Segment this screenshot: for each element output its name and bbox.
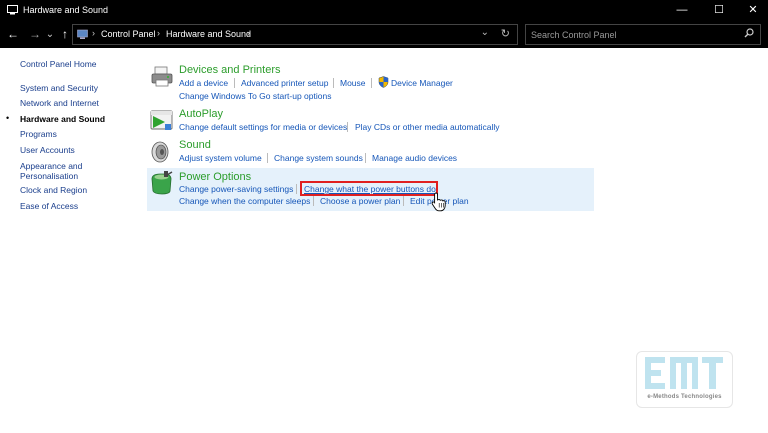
link-windows-to-go[interactable]: Change Windows To Go start-up options (179, 91, 331, 101)
recent-locations-button[interactable]: ⌄ (45, 25, 55, 44)
breadcrumb-separator: › (247, 28, 250, 38)
title-bar: Hardware and Sound — ☐ ✕ (0, 0, 768, 21)
link-separator (403, 196, 404, 206)
sidebar-item-network-and-internet[interactable]: Network and Internet (20, 98, 99, 108)
sidebar-item-system-and-security[interactable]: System and Security (20, 83, 98, 93)
search-input[interactable] (531, 28, 731, 41)
sidebar-item-clock-and-region[interactable]: Clock and Region (20, 185, 87, 195)
window-title: Hardware and Sound (23, 5, 109, 15)
breadcrumb-separator: › (92, 28, 95, 38)
back-button[interactable]: ← (5, 25, 21, 44)
link-advanced-printer-setup[interactable]: Advanced printer setup (241, 78, 328, 88)
watermark-tagline: e-Methods Technologies (647, 394, 722, 400)
control-panel-icon (77, 29, 88, 39)
link-add-a-device[interactable]: Add a device (179, 78, 228, 88)
current-item-bullet: • (6, 113, 10, 123)
link-change-power-saving-settings[interactable]: Change power-saving settings (179, 184, 293, 194)
link-mouse[interactable]: Mouse (340, 78, 366, 88)
watermark-logo: e-Methods Technologies (636, 351, 733, 408)
address-bar[interactable]: › Control Panel › Hardware and Sound › ⌄… (72, 24, 518, 45)
link-device-manager[interactable]: Device Manager (391, 78, 453, 88)
emt-logo-icon (645, 357, 723, 389)
link-change-system-sounds[interactable]: Change system sounds (274, 153, 363, 163)
link-separator (234, 78, 235, 88)
link-separator (347, 122, 348, 132)
sidebar-item-hardware-and-sound[interactable]: Hardware and Sound (20, 114, 105, 124)
search-box (525, 24, 761, 45)
maximize-button[interactable]: ☐ (702, 0, 736, 21)
printer-icon[interactable] (150, 65, 174, 89)
breadcrumb-control-panel[interactable]: Control Panel (101, 29, 156, 39)
power-options-icon[interactable] (150, 171, 174, 195)
category-autoplay[interactable]: AutoPlay (179, 108, 223, 120)
close-button[interactable]: ✕ (736, 0, 768, 21)
link-play-cds-automatically[interactable]: Play CDs or other media automatically (355, 122, 500, 132)
sidebar-item-user-accounts[interactable]: User Accounts (20, 145, 75, 155)
link-change-media-defaults[interactable]: Change default settings for media or dev… (179, 122, 347, 132)
speaker-icon[interactable] (150, 140, 174, 164)
autoplay-icon[interactable] (150, 109, 174, 133)
sidebar-item-ease-of-access[interactable]: Ease of Access (20, 201, 78, 211)
annotation-highlight-box (300, 181, 438, 196)
chevron-down-icon[interactable]: ⌄ (481, 27, 489, 38)
link-adjust-system-volume[interactable]: Adjust system volume (179, 153, 262, 163)
search-icon[interactable] (744, 28, 754, 38)
link-separator (267, 153, 268, 163)
forward-button[interactable]: → (27, 25, 43, 44)
sidebar-item-control-panel-home[interactable]: Control Panel Home (20, 59, 97, 69)
link-separator (371, 78, 372, 88)
minimize-button[interactable]: — (665, 0, 699, 21)
sidebar-item-programs[interactable]: Programs (20, 129, 57, 139)
link-choose-power-plan[interactable]: Choose a power plan (320, 196, 400, 206)
link-separator (313, 196, 314, 206)
link-manage-audio-devices[interactable]: Manage audio devices (372, 153, 457, 163)
sidebar-item-appearance[interactable]: Appearance and Personalisation (20, 161, 100, 181)
hand-cursor-icon (431, 192, 446, 212)
category-sound[interactable]: Sound (179, 139, 211, 151)
link-separator (365, 153, 366, 163)
link-separator (296, 184, 297, 194)
refresh-icon[interactable]: ↻ (501, 27, 510, 40)
uac-shield-icon (378, 76, 389, 88)
category-power-options[interactable]: Power Options (179, 171, 251, 183)
control-panel-icon (7, 5, 18, 15)
breadcrumb-hardware-and-sound[interactable]: Hardware and Sound (166, 29, 251, 39)
link-change-sleep[interactable]: Change when the computer sleeps (179, 196, 310, 206)
link-separator (333, 78, 334, 88)
category-devices-and-printers[interactable]: Devices and Printers (179, 64, 281, 76)
breadcrumb-separator: › (157, 28, 160, 38)
up-button[interactable]: ↑ (58, 25, 72, 44)
